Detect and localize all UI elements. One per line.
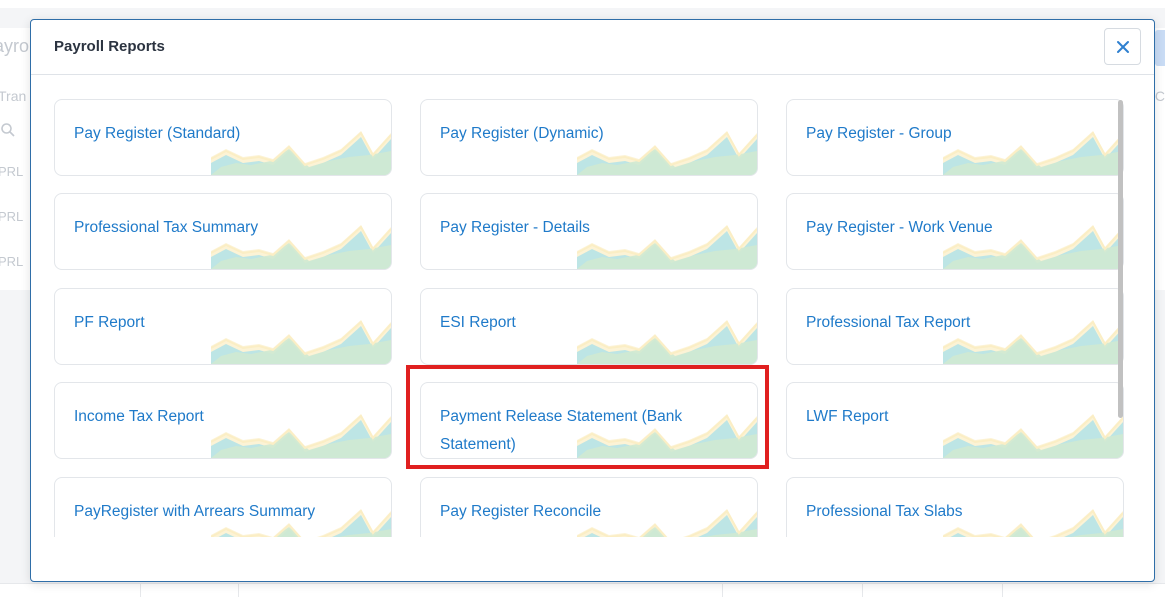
- sparkline-decoration: [943, 225, 1123, 269]
- close-button[interactable]: [1104, 28, 1141, 65]
- sparkline-decoration: [211, 509, 391, 537]
- modal-title: Payroll Reports: [54, 38, 165, 55]
- modal-header: Payroll Reports: [31, 20, 1154, 75]
- scrollbar-thumb[interactable]: [1118, 100, 1123, 418]
- sparkline-decoration: [577, 414, 757, 458]
- background-right-button: [1155, 30, 1165, 66]
- sparkline-decoration: [943, 509, 1123, 537]
- report-card[interactable]: Pay Register (Dynamic): [420, 99, 758, 176]
- report-card[interactable]: Professional Tax Slabs: [786, 477, 1124, 537]
- report-card[interactable]: Pay Register (Standard): [54, 99, 392, 176]
- report-grid[interactable]: Pay Register (Standard) Pay Register (Dy…: [31, 75, 1154, 537]
- report-card[interactable]: LWF Report: [786, 382, 1124, 459]
- sparkline-decoration: [211, 414, 391, 458]
- report-card[interactable]: ESI Report: [420, 288, 758, 365]
- sparkline-decoration: [577, 320, 757, 364]
- background-row-fragment: PRL: [0, 209, 24, 224]
- sparkline-decoration: [577, 509, 757, 537]
- background-row-fragment: PRL: [0, 164, 24, 179]
- background-topbar: [0, 0, 1165, 8]
- sparkline-decoration: [943, 320, 1123, 364]
- report-card[interactable]: PF Report: [54, 288, 392, 365]
- report-card[interactable]: Income Tax Report: [54, 382, 392, 459]
- background-right-fragment: C: [1154, 88, 1165, 104]
- sparkline-decoration: [943, 131, 1123, 175]
- sparkline-decoration: [943, 414, 1123, 458]
- report-card[interactable]: Payment Release Statement (Bank Statemen…: [420, 382, 758, 459]
- report-card[interactable]: Pay Register - Group: [786, 99, 1124, 176]
- background-row-fragment: PRL: [0, 254, 24, 269]
- background-bottom-table: [0, 583, 1165, 597]
- sparkline-decoration: [577, 225, 757, 269]
- search-icon: [1, 123, 15, 137]
- report-card[interactable]: Pay Register Reconcile: [420, 477, 758, 537]
- report-card[interactable]: Professional Tax Report: [786, 288, 1124, 365]
- sparkline-decoration: [577, 131, 757, 175]
- report-card[interactable]: PayRegister with Arrears Summary: [54, 477, 392, 537]
- background-tab-fragment: Tran: [0, 88, 27, 104]
- close-icon: [1116, 40, 1129, 53]
- sparkline-decoration: [211, 320, 391, 364]
- sparkline-decoration: [211, 225, 391, 269]
- report-card[interactable]: Pay Register - Work Venue: [786, 193, 1124, 270]
- report-card[interactable]: Pay Register - Details: [420, 193, 758, 270]
- payroll-reports-modal: Payroll Reports Pay Register (Standard) …: [30, 19, 1155, 582]
- report-card[interactable]: Professional Tax Summary: [54, 193, 392, 270]
- background-title-fragment: ayro: [0, 36, 30, 56]
- sparkline-decoration: [211, 131, 391, 175]
